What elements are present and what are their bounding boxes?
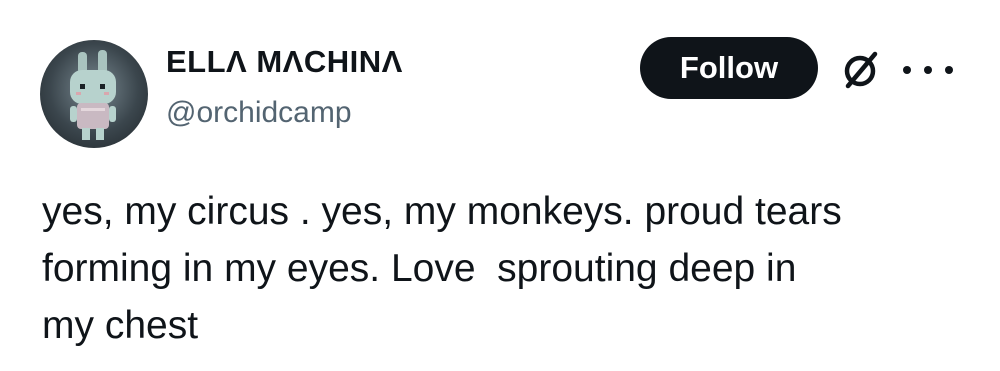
pixel-bunny-avatar-icon xyxy=(70,50,116,140)
dot xyxy=(903,66,911,74)
dot xyxy=(945,66,953,74)
follow-button[interactable]: Follow xyxy=(640,37,818,99)
author-display-name[interactable]: ELLΛ MΛCHINΛ xyxy=(166,44,403,80)
tweet-card: ELLΛ MΛCHINΛ @orchidcamp Follow yes, my … xyxy=(0,0,1000,371)
tweet-text: yes, my circus . yes, my monkeys. proud … xyxy=(42,190,842,347)
author-avatar[interactable] xyxy=(40,40,148,148)
dot xyxy=(924,66,932,74)
grok-slash-circle-icon[interactable] xyxy=(839,48,883,92)
author-handle[interactable]: @orchidcamp xyxy=(166,96,352,130)
more-horizontal-icon[interactable] xyxy=(903,52,953,88)
